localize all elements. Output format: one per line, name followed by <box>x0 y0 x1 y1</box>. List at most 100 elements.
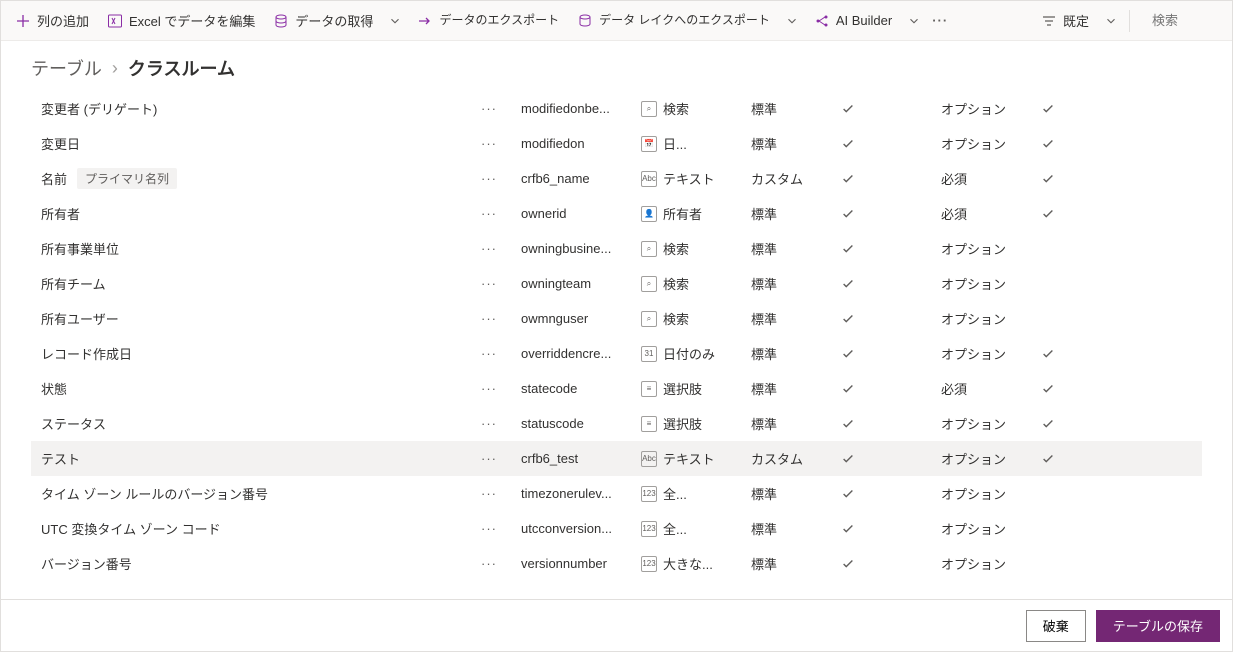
check-mark-2 <box>1041 347 1071 361</box>
ai-builder-icon <box>814 13 830 29</box>
excel-icon <box>107 13 123 29</box>
check-mark-1 <box>841 487 941 501</box>
export-lake-chevron[interactable] <box>780 5 804 37</box>
column-schema-name: owmnguser <box>521 311 641 326</box>
ai-builder-button[interactable]: AI Builder <box>806 5 900 37</box>
plus-icon <box>15 13 31 29</box>
add-column-button[interactable]: 列の追加 <box>7 5 97 37</box>
column-row[interactable]: 所有者···ownerid👤所有者標準必須 <box>31 196 1202 231</box>
column-type: カスタム <box>751 449 841 468</box>
row-menu-button[interactable]: ··· <box>481 486 521 501</box>
column-row[interactable]: 所有事業単位···owningbusine...⌕検索標準オプション <box>31 231 1202 266</box>
datatype-label: 検索 <box>663 274 689 293</box>
required-level: オプション <box>941 134 1041 153</box>
discard-button[interactable]: 破棄 <box>1026 610 1086 642</box>
check-mark-2 <box>1041 102 1071 116</box>
row-menu-button[interactable]: ··· <box>481 556 521 571</box>
row-menu-button[interactable]: ··· <box>481 521 521 536</box>
breadcrumb-separator: › <box>112 58 118 79</box>
check-mark-1 <box>841 172 941 186</box>
get-data-chevron[interactable] <box>383 5 407 37</box>
column-schema-name: crfb6_name <box>521 171 641 186</box>
check-mark-2 <box>1041 382 1071 396</box>
column-type: カスタム <box>751 169 841 188</box>
get-data-label: データの取得 <box>295 11 373 30</box>
get-data-button[interactable]: データの取得 <box>265 5 381 37</box>
column-display-name: 名前 <box>41 169 67 188</box>
toolbar-separator <box>1129 10 1130 32</box>
row-menu-button[interactable]: ··· <box>481 416 521 431</box>
check-mark-2 <box>1041 207 1071 221</box>
row-menu-button[interactable]: ··· <box>481 346 521 361</box>
column-type: 標準 <box>751 134 841 153</box>
column-type: 標準 <box>751 239 841 258</box>
search-box[interactable] <box>1136 5 1226 37</box>
column-display-name: 所有ユーザー <box>41 309 119 328</box>
column-display-name: バージョン番号 <box>41 554 132 573</box>
row-menu-button[interactable]: ··· <box>481 171 521 186</box>
more-commands-button[interactable]: ··· <box>928 5 952 37</box>
datatype-icon: ≡ <box>641 381 657 397</box>
save-table-button[interactable]: テーブルの保存 <box>1096 610 1220 642</box>
content-area: テーブル › クラスルーム 変更者 (デリゲート)···modifiedonbe… <box>1 41 1232 599</box>
row-menu-button[interactable]: ··· <box>481 311 521 326</box>
row-menu-button[interactable]: ··· <box>481 451 521 466</box>
required-level: オプション <box>941 274 1041 293</box>
column-row[interactable]: 所有ユーザー···owmnguser⌕検索標準オプション <box>31 301 1202 336</box>
column-row[interactable]: レコード作成日···overriddencre...31日付のみ標準オプション <box>31 336 1202 371</box>
required-level: 必須 <box>941 169 1041 188</box>
breadcrumb-root[interactable]: テーブル <box>31 55 102 81</box>
export-lake-button[interactable]: データ レイクへのエクスポート <box>569 5 778 37</box>
search-input[interactable] <box>1152 13 1212 28</box>
column-row[interactable]: ステータス···statuscode≡選択肢標準オプション <box>31 406 1202 441</box>
column-schema-name: modifiedon <box>521 136 641 151</box>
column-row[interactable]: タイム ゾーン ルールのバージョン番号 ···timezonerulev...12… <box>31 476 1202 511</box>
ai-builder-chevron[interactable] <box>902 5 926 37</box>
column-row[interactable]: 変更日···modifiedon📅日...標準オプション <box>31 126 1202 161</box>
column-row[interactable]: テスト···crfb6_testAbcテキストカスタムオプション <box>31 441 1202 476</box>
column-type: 標準 <box>751 484 841 503</box>
column-display-name: 所有チーム <box>41 274 106 293</box>
column-type: 標準 <box>751 204 841 223</box>
column-display-name: 状態 <box>41 379 67 398</box>
column-row[interactable]: 所有チーム···owningteam⌕検索標準オプション <box>31 266 1202 301</box>
column-display-name: テスト <box>41 449 80 468</box>
column-schema-name: ownerid <box>521 206 641 221</box>
column-display-name: 変更者 (デリゲート) <box>41 99 157 118</box>
datatype-label: 大きな... <box>663 554 713 573</box>
column-type: 標準 <box>751 554 841 573</box>
column-row[interactable]: 変更者 (デリゲート)···modifiedonbe...⌕検索標準オプション <box>31 91 1202 126</box>
check-mark-2 <box>1041 172 1071 186</box>
required-level: オプション <box>941 519 1041 538</box>
row-menu-button[interactable]: ··· <box>481 101 521 116</box>
datatype-icon: 📅 <box>641 136 657 152</box>
default-view-button[interactable]: 既定 <box>1033 5 1097 37</box>
row-menu-button[interactable]: ··· <box>481 381 521 396</box>
column-row[interactable]: UTC 変換タイム ゾーン コード···utcconversion...123全… <box>31 511 1202 546</box>
datatype-icon: 123 <box>641 486 657 502</box>
edit-in-excel-button[interactable]: Excel でデータを編集 <box>99 5 263 37</box>
column-row[interactable]: バージョン番号···versionnumber123大きな...標準オプション <box>31 546 1202 581</box>
row-menu-button[interactable]: ··· <box>481 241 521 256</box>
datatype-label: 選択肢 <box>663 414 702 433</box>
export-data-button[interactable]: データのエクスポート <box>409 5 567 37</box>
row-menu-button[interactable]: ··· <box>481 206 521 221</box>
column-type: 標準 <box>751 414 841 433</box>
column-display-name: 変更日 <box>41 134 80 153</box>
column-display-name: レコード作成日 <box>41 344 132 363</box>
column-display-name: タイム ゾーン ルールのバージョン番号 <box>41 484 268 503</box>
export-lake-label: データ レイクへのエクスポート <box>599 14 770 27</box>
row-menu-button[interactable]: ··· <box>481 276 521 291</box>
column-display-name: 所有者 <box>41 204 80 223</box>
column-row[interactable]: 名前プライマリ名列···crfb6_nameAbcテキストカスタム必須 <box>31 161 1202 196</box>
check-mark-1 <box>841 522 941 536</box>
check-mark-2 <box>1041 452 1071 466</box>
row-menu-button[interactable]: ··· <box>481 136 521 151</box>
column-display-name: ステータス <box>41 414 106 433</box>
column-schema-name: timezonerulev... <box>521 486 641 501</box>
default-view-chevron[interactable] <box>1099 5 1123 37</box>
column-row[interactable]: 状態···statecode≡選択肢標準必須 <box>31 371 1202 406</box>
check-mark-1 <box>841 137 941 151</box>
check-mark-1 <box>841 347 941 361</box>
column-schema-name: versionnumber <box>521 556 641 571</box>
